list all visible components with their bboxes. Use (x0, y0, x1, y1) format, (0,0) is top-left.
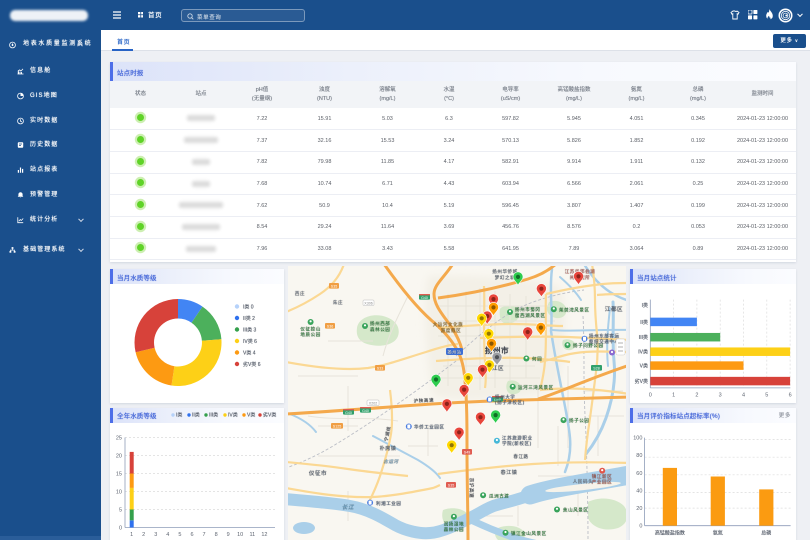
svg-text:2: 2 (142, 532, 145, 538)
svg-text:G40: G40 (362, 409, 369, 413)
svg-text:1: 1 (672, 393, 675, 399)
svg-text:S35: S35 (448, 483, 454, 487)
svg-text:森林公园: 森林公园 (370, 326, 390, 333)
svg-text:森林公园: 森林公园 (444, 526, 464, 533)
svg-text:V类: V类 (247, 412, 255, 419)
svg-text:焦山风景区: 焦山风景区 (563, 507, 589, 514)
svg-text:京沪高速: 京沪高速 (468, 478, 475, 498)
svg-text:朴席镇: 朴席镇 (380, 445, 397, 452)
svg-text:2: 2 (695, 393, 698, 399)
svg-text:V类: V类 (640, 363, 648, 370)
svg-text:80: 80 (636, 453, 642, 459)
svg-text:6: 6 (789, 393, 792, 399)
svg-text:华侨工业园区: 华侨工业园区 (414, 424, 445, 431)
svg-text:古运河: 古运河 (383, 459, 399, 464)
svg-text:5: 5 (119, 507, 122, 513)
svg-text:扬州站: 扬州站 (447, 348, 461, 355)
svg-text:大运河文化旅: 大运河文化旅 (433, 321, 464, 328)
svg-text:劣V类: 劣V类 (635, 378, 648, 385)
svg-text:梦幻之城: 梦幻之城 (495, 274, 515, 281)
svg-text:II类: II类 (192, 412, 200, 419)
svg-text:4: 4 (166, 532, 169, 538)
svg-text:S28: S28 (593, 366, 599, 370)
svg-text:0: 0 (639, 523, 642, 529)
svg-text:茱萸湾风景区: 茱萸湾风景区 (559, 307, 590, 314)
svg-text:3: 3 (719, 393, 722, 399)
svg-text:9: 9 (227, 532, 230, 538)
svg-text:0: 0 (119, 525, 122, 531)
svg-text:IV类: IV类 (228, 412, 238, 419)
svg-text:仪征市: 仪征市 (309, 469, 327, 477)
svg-text:5: 5 (765, 393, 768, 399)
svg-text:劣V类 6: 劣V类 6 (243, 361, 261, 368)
svg-text:春江镇: 春江镇 (501, 469, 518, 476)
svg-text:5: 5 (178, 532, 181, 538)
svg-text:S49: S49 (464, 450, 470, 454)
svg-text:II类: II类 (640, 319, 648, 326)
svg-text:7: 7 (202, 532, 205, 538)
svg-text:20: 20 (636, 506, 642, 512)
svg-text:镇江金山风景区: 镇江金山风景区 (511, 530, 547, 537)
svg-text:氨氮: 氨氮 (713, 529, 723, 536)
svg-text:S125: S125 (333, 424, 341, 428)
svg-text:20: 20 (116, 453, 122, 459)
svg-text:0: 0 (649, 393, 652, 399)
svg-text:总磷: 总磷 (761, 529, 771, 536)
svg-text:60: 60 (636, 470, 642, 476)
svg-text:10: 10 (116, 489, 122, 495)
svg-text:扬子公园: 扬子公园 (569, 417, 589, 424)
svg-text:IV类 6: IV类 6 (243, 338, 257, 345)
svg-text:15: 15 (116, 471, 122, 477)
svg-text:III类: III类 (209, 412, 218, 419)
svg-text:S33: S33 (377, 366, 383, 370)
svg-text:I类: I类 (642, 302, 648, 309)
svg-text:利湘工业园: 利湘工业园 (376, 500, 402, 507)
svg-text:产业园区: 产业园区 (592, 479, 612, 486)
svg-text:枢纽交通中心: 枢纽交通中心 (589, 338, 620, 345)
svg-text:G40: G40 (345, 411, 352, 415)
svg-text:人民码头: 人民码头 (573, 478, 593, 485)
svg-text:25: 25 (116, 435, 122, 441)
svg-text:V类 4: V类 4 (243, 350, 256, 357)
svg-text:瓜洲古渡: 瓜洲古渡 (489, 493, 509, 500)
svg-text:朱庄: 朱庄 (333, 299, 343, 306)
svg-text:1: 1 (130, 532, 133, 538)
svg-text:X306: X306 (364, 301, 372, 305)
svg-text:地质公园: 地质公园 (300, 331, 320, 338)
svg-text:江都区: 江都区 (605, 306, 623, 313)
svg-text:III类: III类 (639, 334, 648, 341)
svg-text:8: 8 (215, 532, 218, 538)
svg-text:S35: S35 (331, 284, 337, 288)
svg-text:何园: 何园 (532, 356, 542, 363)
svg-text:100: 100 (633, 435, 642, 441)
svg-text:10: 10 (237, 532, 243, 538)
svg-text:扬州市蜀冈: 扬州市蜀冈 (515, 306, 541, 313)
svg-text:II类 2: II类 2 (243, 315, 255, 322)
svg-text:(扬子津校区): (扬子津校区) (495, 399, 525, 406)
svg-text:G40: G40 (421, 296, 428, 300)
svg-text:游度假区: 游度假区 (441, 327, 461, 334)
svg-text:扬州西部: 扬州西部 (370, 320, 390, 327)
svg-text:长江: 长江 (342, 504, 354, 511)
svg-text:12: 12 (261, 532, 267, 538)
svg-text:6: 6 (190, 532, 193, 538)
svg-text:11: 11 (249, 532, 255, 538)
svg-text:IV类: IV类 (638, 349, 648, 356)
svg-text:40: 40 (636, 488, 642, 494)
svg-text:III类 3: III类 3 (243, 327, 257, 334)
svg-text:学院(新校区): 学院(新校区) (502, 440, 532, 447)
svg-text:春江路: 春江路 (513, 453, 528, 460)
svg-text:4: 4 (742, 393, 745, 399)
svg-text:劣V类: 劣V类 (263, 412, 276, 419)
svg-text:运河三湾风景区: 运河三湾风景区 (518, 384, 554, 391)
svg-text:I类: I类 (176, 412, 182, 419)
svg-text:高锰酸盐指数: 高锰酸盐指数 (655, 529, 685, 536)
svg-text:X202: X202 (369, 401, 377, 405)
svg-text:3: 3 (154, 532, 157, 538)
svg-text:I类 0: I类 0 (243, 304, 254, 311)
svg-text:西庄: 西庄 (295, 290, 305, 297)
svg-text:瘦西湖风景区: 瘦西湖风景区 (515, 312, 546, 319)
svg-text:S36: S36 (327, 324, 333, 328)
